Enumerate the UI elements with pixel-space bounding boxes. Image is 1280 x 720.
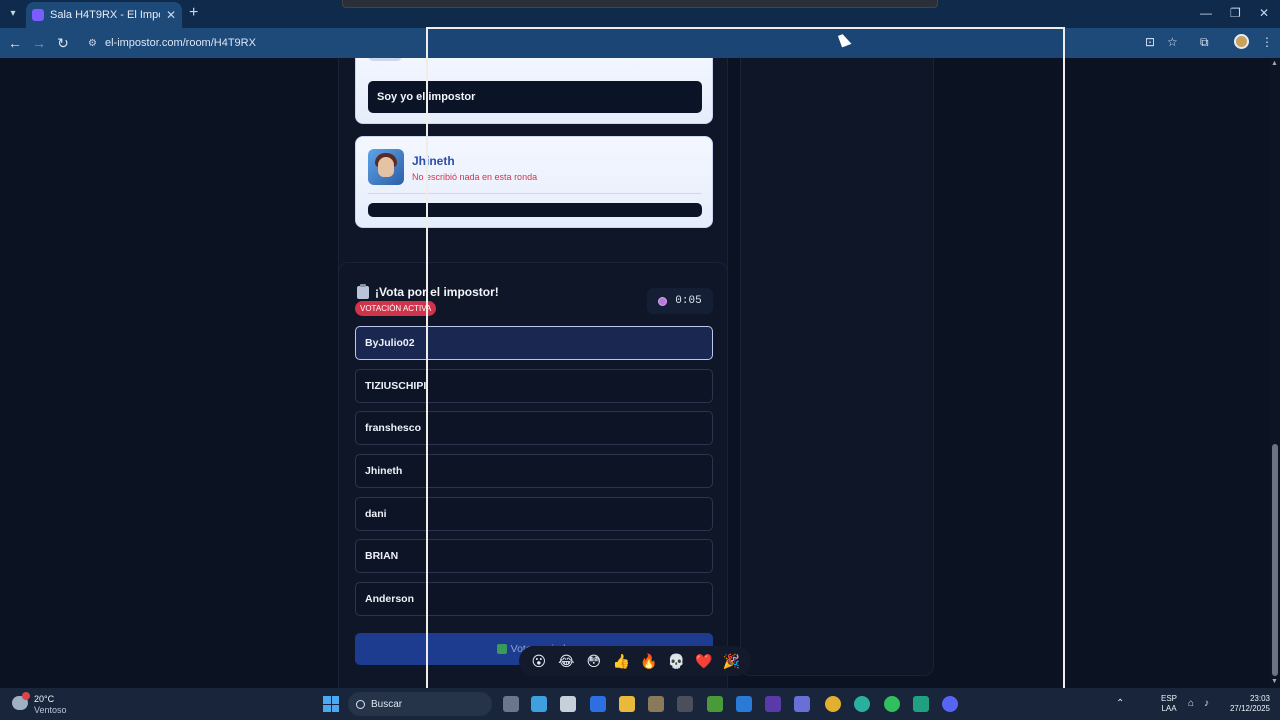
status-badge: VOTACIÓN ACTIVA xyxy=(355,301,437,316)
page-content: Soy yo el impostor Jhineth No escribió n… xyxy=(0,58,1270,688)
reaction-heart-icon[interactable]: ❤️ xyxy=(695,652,713,670)
url-field[interactable]: ⚙ el-impostor.com/room/H4T9RX xyxy=(80,31,1132,55)
scroll-down-icon[interactable]: ▼ xyxy=(1271,678,1278,685)
reaction-skull-icon[interactable]: 💀 xyxy=(667,652,685,670)
volume-icon[interactable]: ♪ xyxy=(1204,698,1209,709)
vote-option[interactable]: franshesco xyxy=(355,411,713,445)
vote-option[interactable]: Anderson xyxy=(355,582,713,616)
install-app-icon[interactable]: ⊡ xyxy=(1145,35,1155,49)
weather-temperature: 20°C xyxy=(34,694,55,704)
avatar xyxy=(368,58,402,61)
minecraft-icon[interactable] xyxy=(707,696,723,712)
avatar xyxy=(368,149,404,185)
file-explorer-icon[interactable] xyxy=(619,696,635,712)
reaction-fire-icon[interactable]: 🔥 xyxy=(640,652,658,670)
game-app-2-icon[interactable] xyxy=(677,696,693,712)
zoom-icon[interactable] xyxy=(590,696,606,712)
new-tab-button[interactable]: + xyxy=(189,5,198,21)
forward-button[interactable]: → xyxy=(30,34,48,52)
copilot-icon[interactable] xyxy=(531,696,547,712)
vote-option[interactable]: Jhineth xyxy=(355,454,713,488)
reaction-party-icon[interactable]: 🎉 xyxy=(722,652,740,670)
discord-icon[interactable] xyxy=(942,696,958,712)
store-icon[interactable] xyxy=(560,696,576,712)
site-info-icon[interactable]: ⚙ xyxy=(88,38,97,49)
taskbar: 20°C Ventoso Buscar ⌃ ESP LAA ⌂ ♪ 23:03 … xyxy=(0,688,1280,720)
minimize-button[interactable]: — xyxy=(1200,6,1212,20)
bookmark-star-icon[interactable]: ☆ xyxy=(1167,35,1178,49)
clock[interactable]: 23:03 27/12/2025 xyxy=(1226,694,1270,714)
browser-menu-icon[interactable]: ⋮ xyxy=(1261,35,1273,49)
timer-value: 0:05 xyxy=(675,295,702,307)
overlay-strip xyxy=(342,0,938,8)
url-text: el-impostor.com/room/H4T9RX xyxy=(104,37,256,49)
reaction-thumbs-up-icon[interactable]: 👍 xyxy=(612,652,630,670)
clipboard-icon xyxy=(357,283,369,299)
vote-timer: 0:05 xyxy=(647,288,713,314)
weather-description: Ventoso xyxy=(34,705,67,715)
scroll-up-icon[interactable]: ▲ xyxy=(1271,60,1278,67)
vote-option[interactable]: BRIAN xyxy=(355,539,713,573)
reaction-laugh-icon[interactable]: 😂 xyxy=(557,652,575,670)
network-icon[interactable]: ⌂ xyxy=(1188,698,1194,709)
vscode-icon[interactable] xyxy=(736,696,752,712)
tab-search-button[interactable]: ▾ xyxy=(4,5,22,23)
alarm-clock-icon xyxy=(658,296,668,306)
weather-alert-icon xyxy=(22,692,30,700)
vote-option[interactable]: ByJulio02 xyxy=(355,326,713,360)
vote-panel: ¡Vota por el impostor! VOTACIÓN ACTIVA 0… xyxy=(338,262,728,688)
side-panel xyxy=(740,58,934,676)
tab-bar: ▾ Sala H4T9RX - El Impostor Gam ✕ + — ❐ … xyxy=(0,0,1280,28)
windows-start-icon[interactable] xyxy=(323,696,339,712)
whatsapp-icon[interactable] xyxy=(884,696,900,712)
player-name: Jhineth xyxy=(412,154,455,168)
ide-icon[interactable] xyxy=(765,696,781,712)
vote-title: ¡Vota por el impostor! xyxy=(375,285,499,299)
vote-header: ¡Vota por el impostor! xyxy=(357,283,499,299)
app-icon[interactable] xyxy=(913,696,929,712)
scroll-thumb[interactable] xyxy=(1272,444,1278,676)
site-favicon-icon xyxy=(32,9,44,21)
vote-option[interactable]: dani xyxy=(355,497,713,531)
extensions-icon[interactable]: ⧉ xyxy=(1200,35,1209,50)
teams-icon[interactable] xyxy=(794,696,810,712)
profile-avatar[interactable] xyxy=(1234,34,1249,49)
reaction-surprised-icon[interactable]: 😮 xyxy=(530,652,548,670)
game-app-icon[interactable] xyxy=(648,696,664,712)
tab-active[interactable]: Sala H4T9RX - El Impostor Gam ✕ xyxy=(26,2,182,28)
tab-close-icon[interactable]: ✕ xyxy=(166,8,176,22)
taskbar-search[interactable]: Buscar xyxy=(348,692,492,716)
tray-chevron-icon[interactable]: ⌃ xyxy=(1116,698,1124,709)
task-view-icon[interactable] xyxy=(503,696,519,712)
reaction-bar: 😮 😂 😳 👍 🔥 💀 ❤️ 🎉 xyxy=(519,646,751,676)
reload-button[interactable]: ↻ xyxy=(54,34,72,52)
chrome-icon[interactable] xyxy=(825,696,841,712)
search-label: Buscar xyxy=(371,698,403,710)
edge-icon[interactable] xyxy=(854,696,870,712)
address-bar: ← → ↻ ⚙ el-impostor.com/room/H4T9RX ⊡ ☆ … xyxy=(0,28,1280,58)
vote-option[interactable]: TIZIUSCHIPI xyxy=(355,369,713,403)
answer-text xyxy=(368,203,702,217)
reaction-flushed-icon[interactable]: 😳 xyxy=(585,652,603,670)
answer-card: Soy yo el impostor xyxy=(355,58,713,124)
maximize-button[interactable]: ❐ xyxy=(1230,6,1241,20)
back-button[interactable]: ← xyxy=(6,34,24,52)
answer-text: Soy yo el impostor xyxy=(368,81,702,113)
language-indicator[interactable]: ESP LAA xyxy=(1161,694,1177,714)
tab-title: Sala H4T9RX - El Impostor Gam xyxy=(50,9,160,21)
check-icon xyxy=(496,644,507,654)
divider xyxy=(368,193,702,194)
window-close-button[interactable]: ✕ xyxy=(1259,6,1269,20)
answer-card: Jhineth No escribió nada en esta ronda xyxy=(355,136,713,228)
search-icon xyxy=(356,699,365,709)
player-status: No escribió nada en esta ronda xyxy=(412,172,538,182)
